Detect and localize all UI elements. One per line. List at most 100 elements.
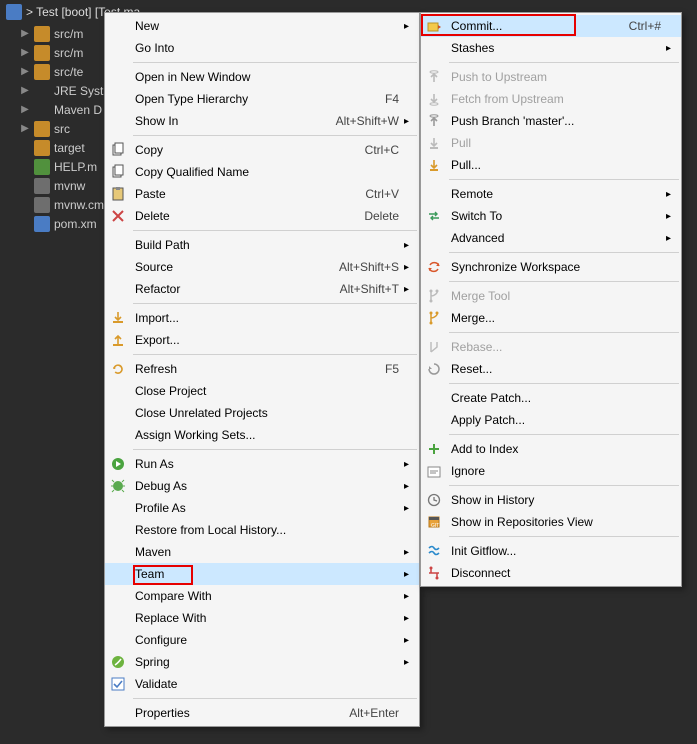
ctx-item-debug-as[interactable]: Debug As▸ <box>105 475 419 497</box>
team-item-disconnect[interactable]: Disconnect <box>421 562 681 584</box>
team-item-create-patch[interactable]: Create Patch... <box>421 387 681 409</box>
team-item-advanced[interactable]: Advanced▸ <box>421 227 681 249</box>
sync-icon <box>421 256 447 278</box>
menu-item-label: Spring <box>131 655 399 669</box>
submenu-arrow-icon: ▸ <box>399 262 409 273</box>
ctx-item-open-in-new-window[interactable]: Open in New Window <box>105 66 419 88</box>
ctx-item-restore-from-local-history[interactable]: Restore from Local History... <box>105 519 419 541</box>
team-item-apply-patch[interactable]: Apply Patch... <box>421 409 681 431</box>
rebase-icon <box>421 336 447 358</box>
submenu-arrow-icon: ▸ <box>399 635 409 646</box>
team-item-add-to-index[interactable]: Add to Index <box>421 438 681 460</box>
ctx-item-profile-as[interactable]: Profile As▸ <box>105 497 419 519</box>
team-item-switch-to[interactable]: Switch To▸ <box>421 205 681 227</box>
expand-arrow-icon[interactable]: ▶ <box>20 66 30 77</box>
ctx-item-compare-with[interactable]: Compare With▸ <box>105 585 419 607</box>
team-item-commit[interactable]: Commit...Ctrl+# <box>421 15 681 37</box>
ctx-item-go-into[interactable]: Go Into <box>105 37 419 59</box>
menu-item-label: Show in Repositories View <box>447 515 661 529</box>
submenu-arrow-icon: ▸ <box>399 481 409 492</box>
menu-item-shortcut: Alt+Shift+T <box>320 282 399 296</box>
menu-item-label: Synchronize Workspace <box>447 260 661 274</box>
ctx-item-import[interactable]: Import... <box>105 307 419 329</box>
pkg-icon <box>34 45 50 61</box>
ctx-item-build-path[interactable]: Build Path▸ <box>105 234 419 256</box>
team-item-merge-tool: Merge Tool <box>421 285 681 307</box>
pull-icon <box>421 154 447 176</box>
menu-separator <box>449 383 679 384</box>
merge-icon <box>421 307 447 329</box>
project-icon <box>6 4 22 20</box>
txt-icon <box>34 178 50 194</box>
ctx-item-replace-with[interactable]: Replace With▸ <box>105 607 419 629</box>
ctx-item-team[interactable]: Team▸ <box>105 563 419 585</box>
menu-item-label: Copy <box>131 143 345 157</box>
expand-arrow-icon[interactable]: ▶ <box>20 28 30 39</box>
menu-separator <box>133 698 417 699</box>
submenu-arrow-icon: ▸ <box>661 233 671 244</box>
spring-icon <box>105 651 131 673</box>
ctx-item-show-in[interactable]: Show InAlt+Shift+W▸ <box>105 110 419 132</box>
expand-arrow-icon[interactable]: ▶ <box>20 85 30 96</box>
ctx-item-copy-qualified-name[interactable]: Copy Qualified Name <box>105 161 419 183</box>
menu-item-shortcut: Alt+Shift+S <box>319 260 399 274</box>
team-item-show-in-repositories-view[interactable]: GIT Show in Repositories View <box>421 511 681 533</box>
menu-item-label: Compare With <box>131 589 399 603</box>
ctx-item-export[interactable]: Export... <box>105 329 419 351</box>
menu-item-label: Merge Tool <box>447 289 661 303</box>
gitflow-icon <box>421 540 447 562</box>
menu-item-label: Profile As <box>131 501 399 515</box>
team-item-show-in-history[interactable]: Show in History <box>421 489 681 511</box>
blank-icon <box>105 88 131 110</box>
ctx-item-validate[interactable]: Validate <box>105 673 419 695</box>
ctx-item-properties[interactable]: PropertiesAlt+Enter <box>105 702 419 724</box>
ctx-item-configure[interactable]: Configure▸ <box>105 629 419 651</box>
blank-icon <box>105 234 131 256</box>
ctx-item-refactor[interactable]: RefactorAlt+Shift+T▸ <box>105 278 419 300</box>
menu-item-label: Advanced <box>447 231 661 245</box>
ctx-item-paste[interactable]: PasteCtrl+V <box>105 183 419 205</box>
ctx-item-assign-working-sets[interactable]: Assign Working Sets... <box>105 424 419 446</box>
ctx-item-maven[interactable]: Maven▸ <box>105 541 419 563</box>
menu-item-label: Init Gitflow... <box>447 544 661 558</box>
svg-text:GIT: GIT <box>431 523 439 529</box>
expand-arrow-icon[interactable]: ▶ <box>20 47 30 58</box>
menu-separator <box>449 281 679 282</box>
team-item-stashes[interactable]: Stashes▸ <box>421 37 681 59</box>
ctx-item-source[interactable]: SourceAlt+Shift+S▸ <box>105 256 419 278</box>
ctx-item-open-type-hierarchy[interactable]: Open Type HierarchyF4 <box>105 88 419 110</box>
submenu-arrow-icon: ▸ <box>661 189 671 200</box>
ctx-item-delete[interactable]: DeleteDelete <box>105 205 419 227</box>
menu-separator <box>449 179 679 180</box>
menu-item-label: Push Branch 'master'... <box>447 114 661 128</box>
ctx-item-run-as[interactable]: Run As▸ <box>105 453 419 475</box>
blank-icon <box>105 541 131 563</box>
tree-item-label: src <box>54 122 70 136</box>
blank-icon <box>105 37 131 59</box>
team-item-fetch-from-upstream: Fetch from Upstream <box>421 88 681 110</box>
team-item-remote[interactable]: Remote▸ <box>421 183 681 205</box>
expand-arrow-icon[interactable]: ▶ <box>20 123 30 134</box>
team-item-init-gitflow[interactable]: Init Gitflow... <box>421 540 681 562</box>
ctx-item-spring[interactable]: Spring▸ <box>105 651 419 673</box>
ctx-item-copy[interactable]: CopyCtrl+C <box>105 139 419 161</box>
tree-item-label: mvnw.cm <box>54 198 104 212</box>
blank-icon <box>105 402 131 424</box>
team-item-reset[interactable]: Reset... <box>421 358 681 380</box>
ctx-item-new[interactable]: New▸ <box>105 15 419 37</box>
team-item-synchronize-workspace[interactable]: Synchronize Workspace <box>421 256 681 278</box>
ctx-item-refresh[interactable]: RefreshF5 <box>105 358 419 380</box>
menu-item-label: Show in History <box>447 493 661 507</box>
check-icon <box>105 673 131 695</box>
menu-item-label: Configure <box>131 633 399 647</box>
team-item-pull[interactable]: Pull... <box>421 154 681 176</box>
expand-arrow-icon[interactable]: ▶ <box>20 104 30 115</box>
team-item-push-branch-master[interactable]: Push Branch 'master'... <box>421 110 681 132</box>
team-item-ignore[interactable]: Ignore <box>421 460 681 482</box>
menu-item-label: Build Path <box>131 238 399 252</box>
ctx-item-close-project[interactable]: Close Project <box>105 380 419 402</box>
menu-item-label: Rebase... <box>447 340 661 354</box>
team-item-merge[interactable]: Merge... <box>421 307 681 329</box>
ctx-item-close-unrelated-projects[interactable]: Close Unrelated Projects <box>105 402 419 424</box>
menu-item-label: Validate <box>131 677 399 691</box>
